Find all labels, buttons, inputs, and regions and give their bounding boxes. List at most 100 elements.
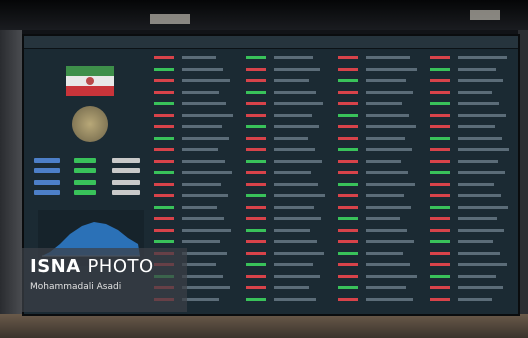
stock-row	[152, 228, 238, 232]
stock-row	[336, 159, 422, 163]
stock-row	[428, 67, 514, 71]
stock-change-value	[338, 171, 358, 174]
stock-row	[244, 217, 330, 220]
stock-change-value	[246, 251, 266, 255]
stock-change-value	[430, 113, 450, 117]
stock-change-value	[430, 136, 450, 140]
stock-change-value	[430, 102, 450, 105]
stock-symbol-name	[274, 251, 324, 255]
stock-symbol-name	[274, 148, 315, 151]
stock-symbol-name	[458, 90, 492, 94]
stock-row	[244, 274, 330, 278]
stock-row	[152, 113, 238, 117]
stock-symbol-name	[458, 182, 494, 186]
stock-symbol-name	[274, 297, 316, 301]
stock-symbol-name	[274, 125, 319, 128]
stock-change-value	[246, 228, 266, 232]
stock-row	[428, 79, 514, 82]
stock-column	[336, 50, 422, 312]
stock-row	[336, 148, 422, 151]
stock-change-value	[338, 56, 358, 59]
stock-row	[244, 251, 330, 255]
photo: ISNA PHOTO Mohammadali Asadi	[0, 0, 528, 338]
stock-symbol-name	[366, 113, 409, 117]
stock-symbol-name	[366, 67, 417, 71]
stock-row	[428, 90, 514, 94]
stock-change-value	[430, 90, 450, 94]
stock-row	[428, 148, 514, 151]
stock-change-value	[338, 194, 358, 197]
stock-change-value	[154, 56, 174, 59]
stock-symbol-name	[458, 194, 501, 197]
stock-change-value	[246, 274, 266, 278]
stock-symbol-name	[458, 79, 503, 82]
stock-symbol-name	[182, 182, 221, 186]
stock-symbol-name	[366, 182, 415, 186]
stock-symbol-name	[458, 136, 502, 140]
stock-row	[336, 274, 422, 278]
stock-symbol-name	[458, 113, 506, 117]
index-stat	[34, 180, 60, 185]
stock-change-value	[338, 102, 358, 105]
stock-row	[152, 205, 238, 209]
stock-symbol-name	[366, 297, 413, 301]
stock-change-value	[246, 297, 266, 301]
stock-symbol-name	[366, 171, 408, 174]
stock-row	[244, 263, 330, 266]
stock-row	[428, 251, 514, 255]
stock-symbol-name	[274, 79, 309, 82]
stock-symbol-name	[274, 194, 325, 197]
stock-change-value	[246, 240, 266, 243]
index-stat	[112, 158, 140, 163]
stock-symbol-name	[366, 205, 411, 209]
stock-row	[244, 171, 330, 174]
stock-row	[152, 159, 238, 163]
stock-change-value	[246, 263, 266, 266]
stock-row	[152, 67, 238, 71]
stock-change-value	[338, 67, 358, 71]
stock-row	[336, 67, 422, 71]
stock-symbol-name	[274, 274, 320, 278]
stock-row	[428, 102, 514, 105]
stock-row	[428, 136, 514, 140]
stock-change-value	[338, 274, 358, 278]
stock-change-value	[154, 217, 174, 220]
stock-symbol-name	[182, 297, 219, 301]
stock-symbol-name	[182, 56, 216, 59]
index-stat	[74, 158, 96, 163]
stock-symbol-name	[366, 251, 403, 255]
stock-symbol-name	[366, 90, 413, 94]
stock-symbol-name	[458, 297, 492, 301]
stock-change-value	[246, 67, 266, 71]
stock-symbol-name	[458, 171, 505, 174]
stock-symbol-name	[274, 228, 310, 232]
stock-symbol-name	[182, 205, 217, 209]
stock-symbol-name	[274, 205, 314, 209]
stock-change-value	[430, 251, 450, 255]
stock-change-value	[430, 286, 450, 289]
stock-symbol-name	[274, 102, 323, 105]
stock-row	[336, 240, 422, 243]
stock-symbol-name	[458, 102, 499, 105]
stock-column	[244, 50, 330, 312]
stock-change-value	[154, 182, 174, 186]
stock-symbol-name	[274, 56, 313, 59]
stock-change-value	[246, 159, 266, 163]
stock-row	[428, 274, 514, 278]
stock-change-value	[338, 251, 358, 255]
index-stat	[34, 168, 60, 173]
stock-change-value	[338, 90, 358, 94]
stock-symbol-name	[458, 251, 500, 255]
stock-symbol-name	[366, 56, 410, 59]
stock-change-value	[430, 274, 450, 278]
stock-row	[428, 297, 514, 301]
stock-change-value	[338, 159, 358, 163]
stock-row	[336, 251, 422, 255]
stock-symbol-name	[274, 182, 318, 186]
stock-row	[152, 79, 238, 82]
stock-change-value	[246, 194, 266, 197]
watermark-photographer: Mohammadali Asadi	[30, 282, 122, 292]
stock-row	[244, 113, 330, 117]
stock-symbol-name	[274, 171, 311, 174]
stock-change-value	[338, 182, 358, 186]
